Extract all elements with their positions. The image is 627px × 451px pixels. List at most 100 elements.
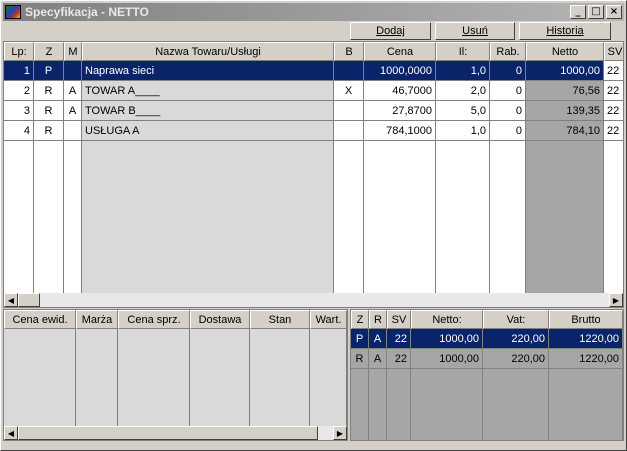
vat-header-gross[interactable]: Brutto [549, 310, 623, 329]
table-cell-col-name[interactable]: TOWAR B____ [82, 101, 334, 121]
vat-cell-z[interactable]: P [351, 329, 369, 349]
table-cell-col-qty[interactable]: 2,0 [436, 81, 490, 101]
details-horizontal-scrollbar[interactable]: ◀ ▶ [4, 426, 347, 440]
details-scroll-left-arrow-icon[interactable]: ◀ [4, 426, 18, 440]
vat-cell-vat[interactable]: 220,00 [483, 329, 549, 349]
table-cell-col-m[interactable] [64, 61, 82, 81]
table-cell-col-price[interactable]: 1000,0000 [364, 61, 436, 81]
table-cell-col-sv[interactable]: 22 [604, 101, 623, 121]
maximize-button[interactable]: □ [588, 5, 604, 19]
vat-cell-vat[interactable]: 220,00 [483, 349, 549, 369]
app-icon [5, 5, 21, 19]
vat-cell-r[interactable]: A [369, 329, 387, 349]
table-cell-col-b[interactable] [334, 101, 364, 121]
details-header-5[interactable]: Wart. [310, 310, 347, 329]
col-m-header[interactable]: M [64, 42, 82, 61]
table-cell-col-qty[interactable]: 1,0 [436, 121, 490, 141]
table-cell-col-m[interactable]: A [64, 101, 82, 121]
vat-cell-z[interactable]: R [351, 349, 369, 369]
table-cell-col-qty[interactable]: 5,0 [436, 101, 490, 121]
col-net-header[interactable]: Netto [526, 42, 604, 61]
table-cell-col-lp[interactable]: 1 [4, 61, 34, 81]
table-cell-col-b[interactable]: X [334, 81, 364, 101]
details-header-4[interactable]: Stan [250, 310, 310, 329]
table-cell-col-price[interactable]: 46,7000 [364, 81, 436, 101]
table-cell-col-b[interactable] [334, 121, 364, 141]
table-cell-col-z[interactable]: R [34, 121, 64, 141]
table-cell-col-name[interactable]: Naprawa sieci [82, 61, 334, 81]
col-price-header[interactable]: Cena [364, 42, 436, 61]
details-header-2[interactable]: Cena sprz. [118, 310, 190, 329]
vat-cell-gross[interactable]: 1220,00 [549, 349, 623, 369]
minimize-button[interactable]: _ [570, 5, 586, 19]
scroll-thumb[interactable] [18, 293, 40, 307]
table-cell-col-discount[interactable]: 0 [490, 61, 526, 81]
scroll-left-arrow-icon[interactable]: ◀ [4, 293, 18, 307]
table-cell-col-net[interactable]: 784,10 [526, 121, 604, 141]
history-button-label: Historia [546, 25, 584, 37]
table-cell-col-lp[interactable]: 2 [4, 81, 34, 101]
details-column-5 [310, 329, 347, 426]
table-cell-col-z[interactable]: P [34, 61, 64, 81]
details-scroll-thumb[interactable] [18, 426, 318, 440]
history-button[interactable]: Historia [519, 22, 611, 40]
add-button-label: Dodaj [376, 25, 405, 37]
table-cell-col-m[interactable]: A [64, 81, 82, 101]
table-cell-col-m[interactable] [64, 121, 82, 141]
vat-summary-table[interactable]: Z R SV Netto: Vat: Brutto P A 22 1000,00 220,00 122… [350, 309, 624, 441]
details-header-1[interactable]: Marża [76, 310, 118, 329]
vat-header-net[interactable]: Netto: [411, 310, 483, 329]
details-header-0[interactable]: Cena ewid. [4, 310, 76, 329]
items-horizontal-scrollbar[interactable]: ◀ ▶ [4, 293, 623, 307]
remove-button-label: Usuń [462, 25, 488, 37]
table-cell-col-sv[interactable]: 22 [604, 61, 623, 81]
details-column-4 [250, 329, 310, 426]
table-cell-col-discount[interactable]: 0 [490, 81, 526, 101]
col-z-header[interactable]: Z [34, 42, 64, 61]
table-cell-col-b[interactable] [334, 61, 364, 81]
vat-header-sv[interactable]: SV [387, 310, 411, 329]
details-column-0 [4, 329, 76, 426]
title-bar[interactable]: Specyfikacja - NETTO _ □ × [3, 3, 624, 21]
col-name-header[interactable]: Nazwa Towaru/Usługi [82, 42, 334, 61]
table-cell-col-discount[interactable]: 0 [490, 121, 526, 141]
table-cell-col-sv[interactable]: 22 [604, 121, 623, 141]
vat-cell-net[interactable]: 1000,00 [411, 329, 483, 349]
table-cell-col-price[interactable]: 27,8700 [364, 101, 436, 121]
vat-header-r[interactable]: R [369, 310, 387, 329]
details-column-1 [76, 329, 118, 426]
table-cell-col-net[interactable]: 76,56 [526, 81, 604, 101]
col-qty-header[interactable]: Il: [436, 42, 490, 61]
col-sv-header[interactable]: SV [604, 42, 623, 61]
col-discount-header[interactable]: Rab. [490, 42, 526, 61]
table-cell-col-discount[interactable]: 0 [490, 101, 526, 121]
details-scroll-right-arrow-icon[interactable]: ▶ [333, 426, 347, 440]
table-cell-col-name[interactable]: TOWAR A____ [82, 81, 334, 101]
scroll-right-arrow-icon[interactable]: ▶ [609, 293, 623, 307]
table-cell-col-net[interactable]: 1000,00 [526, 61, 604, 81]
vat-cell-sv[interactable]: 22 [387, 329, 411, 349]
vat-header-z[interactable]: Z [351, 310, 369, 329]
items-table[interactable]: Lp: Z M Nazwa Towaru/Usługi B Cena Il: Rab. Nett… [3, 41, 624, 308]
col-b-header[interactable]: B [334, 42, 364, 61]
vat-header-vat[interactable]: Vat: [483, 310, 549, 329]
table-cell-col-net[interactable]: 139,35 [526, 101, 604, 121]
table-cell-col-z[interactable]: R [34, 101, 64, 121]
table-cell-col-sv[interactable]: 22 [604, 81, 623, 101]
vat-cell-sv[interactable]: 22 [387, 349, 411, 369]
table-cell-col-price[interactable]: 784,1000 [364, 121, 436, 141]
table-cell-col-lp[interactable]: 3 [4, 101, 34, 121]
table-cell-col-z[interactable]: R [34, 81, 64, 101]
table-cell-col-qty[interactable]: 1,0 [436, 61, 490, 81]
col-lp-header[interactable]: Lp: [4, 42, 34, 61]
table-cell-col-name[interactable]: USŁUGA A [82, 121, 334, 141]
price-details-table[interactable]: Cena ewid. Marża Cena sprz. Dostawa Stan Wart… [3, 309, 348, 441]
table-cell-col-lp[interactable]: 4 [4, 121, 34, 141]
vat-cell-gross[interactable]: 1220,00 [549, 329, 623, 349]
add-button[interactable]: Dodaj [350, 22, 431, 40]
close-button[interactable]: × [606, 5, 622, 19]
vat-cell-net[interactable]: 1000,00 [411, 349, 483, 369]
details-header-3[interactable]: Dostawa [190, 310, 250, 329]
remove-button[interactable]: Usuń [435, 22, 515, 40]
vat-cell-r[interactable]: A [369, 349, 387, 369]
